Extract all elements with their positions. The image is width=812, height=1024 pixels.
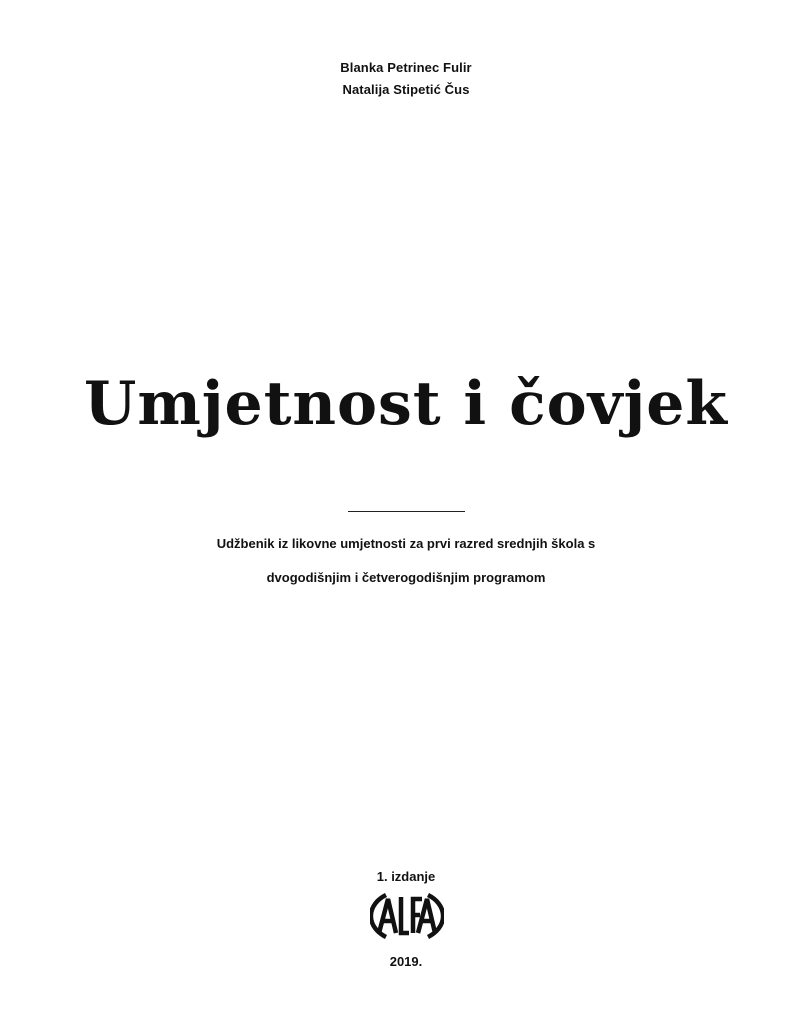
subtitle-line: Udžbenik iz likovne umjetnosti za prvi r… — [216, 536, 596, 551]
book-title: Umjetnost i čovjek — [84, 369, 728, 439]
author-name: Blanka Petrinec Fulir — [340, 60, 472, 75]
author-name: Natalija Stipetić Čus — [342, 82, 470, 97]
title-divider — [348, 511, 465, 512]
publication-year: 2019. — [389, 954, 423, 969]
edition-label: 1. izdanje — [376, 869, 436, 884]
author-list: Blanka Petrinec Fulir Natalija Stipetić … — [0, 57, 812, 101]
book-subtitle: Udžbenik iz likovne umjetnosti za prvi r… — [0, 527, 812, 595]
alfa-publisher-logo-icon — [370, 892, 444, 940]
subtitle-line: dvogodišnjim i četverogodišnjim programo… — [266, 570, 546, 585]
